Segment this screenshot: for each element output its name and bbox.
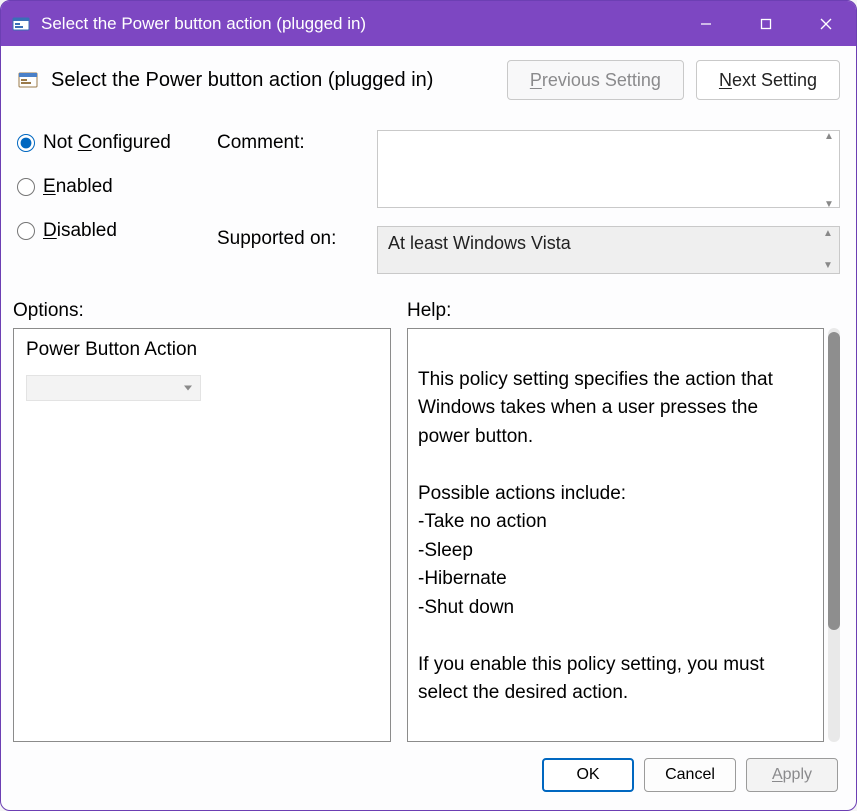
radio-disabled-input[interactable]	[17, 222, 35, 240]
radio-enabled-input[interactable]	[17, 178, 35, 196]
previous-setting-button[interactable]: Previous Setting	[507, 60, 684, 100]
radio-not-configured-input[interactable]	[17, 134, 35, 152]
panel-headers: Options: Help:	[1, 278, 856, 328]
supported-value: At least Windows Vista	[388, 233, 571, 253]
ok-button[interactable]: OK	[542, 758, 634, 792]
panels-row: Power Button Action This policy setting …	[1, 328, 856, 742]
maximize-button[interactable]	[736, 1, 796, 46]
app-icon	[11, 14, 31, 34]
options-panel: Power Button Action	[13, 328, 391, 742]
radio-not-configured[interactable]: Not Configured	[17, 132, 217, 154]
comment-field-wrap: ▲▼	[377, 130, 840, 212]
policy-icon	[17, 69, 39, 91]
supported-scroll[interactable]: ▲▼	[823, 229, 837, 271]
apply-button[interactable]: Apply	[746, 758, 838, 792]
radio-disabled[interactable]: Disabled	[17, 220, 217, 242]
help-wrap: This policy setting specifies the action…	[407, 328, 840, 742]
close-button[interactable]	[796, 1, 856, 46]
next-setting-button[interactable]: Next Setting	[696, 60, 840, 100]
header-row: Select the Power button action (plugged …	[1, 46, 856, 106]
dialog-window: Select the Power button action (plugged …	[0, 0, 857, 811]
help-scrollbar[interactable]	[828, 328, 840, 742]
options-header: Options:	[13, 300, 391, 322]
help-panel: This policy setting specifies the action…	[407, 328, 824, 742]
supported-label: Supported on:	[217, 226, 377, 250]
policy-title: Select the Power button action (plugged …	[51, 69, 495, 92]
state-radio-group: Not Configured Enabled Disabled	[17, 130, 217, 242]
comment-label: Comment:	[217, 130, 377, 154]
radio-enabled[interactable]: Enabled	[17, 176, 217, 198]
settings-grid: Not Configured Enabled Disabled Comment:…	[1, 106, 856, 278]
power-button-action-dropdown[interactable]	[26, 375, 201, 401]
help-header: Help:	[407, 300, 840, 322]
comment-field[interactable]	[377, 130, 840, 208]
option-label: Power Button Action	[26, 339, 378, 361]
window-title: Select the Power button action (plugged …	[41, 14, 366, 34]
titlebar: Select the Power button action (plugged …	[1, 1, 856, 46]
help-text: This policy setting specifies the action…	[418, 369, 773, 704]
dialog-footer: OK Cancel Apply	[1, 742, 856, 810]
help-scrollbar-thumb[interactable]	[828, 332, 840, 630]
minimize-button[interactable]	[676, 1, 736, 46]
comment-scroll[interactable]: ▲▼	[824, 132, 838, 210]
supported-field: At least Windows Vista ▲▼	[377, 226, 840, 274]
cancel-button[interactable]: Cancel	[644, 758, 736, 792]
